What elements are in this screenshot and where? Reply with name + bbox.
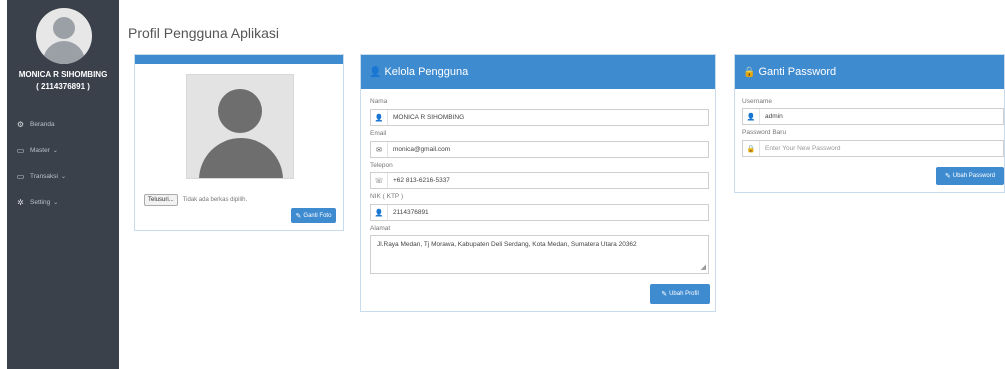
change-password-title: Ganti Password: [758, 66, 837, 78]
file-status: Tidak ada berkas dipilih.: [182, 197, 248, 203]
sidebar-item-setting[interactable]: ✲ Setting ⌄: [7, 189, 119, 215]
sidebar-item-master[interactable]: ▭ Master ⌄: [7, 137, 119, 163]
email-label: Email: [370, 130, 387, 137]
username-label: Username: [742, 98, 772, 105]
pencil-icon: ✎: [661, 291, 668, 298]
lock-icon: 🔒: [743, 141, 760, 156]
change-photo-button[interactable]: ✎ Ganti Foto: [291, 208, 336, 223]
sidebar-item-label: Transaksi: [30, 172, 58, 180]
sidebar-item-beranda[interactable]: ⚙ Beranda: [7, 111, 119, 137]
change-password-label: Ubah Password: [952, 173, 996, 179]
file-input[interactable]: Telusuri... Tidak ada berkas dipilih.: [144, 194, 247, 206]
user-avatar: [36, 8, 92, 64]
nik-label: NIK ( KTP ): [370, 193, 404, 200]
browse-button[interactable]: Telusuri...: [144, 194, 178, 206]
user-icon: 👤: [743, 109, 760, 124]
lock-icon: 🔒: [743, 66, 756, 78]
sidebar: MONICA R SIHOMBING ( 2114376891 ) ⚙ Bera…: [7, 0, 119, 369]
dashboard-icon: ⚙: [16, 119, 25, 129]
nik-field[interactable]: 👤 2114376891: [370, 204, 709, 221]
sidebar-item-transaksi[interactable]: ▭ Transaksi ⌄: [7, 163, 119, 189]
photo-panel-header: [135, 55, 343, 64]
sidebar-user-name: MONICA R SIHOMBING: [18, 70, 108, 79]
change-password-button[interactable]: ✎ Ubah Password: [936, 167, 1004, 185]
telepon-value: +62 813-6216-5337: [393, 177, 450, 184]
manage-user-title: Kelola Pengguna: [384, 66, 469, 78]
sidebar-item-label: Setting: [30, 198, 51, 206]
telepon-label: Telepon: [370, 162, 393, 169]
sidebar-item-label: Beranda: [30, 120, 55, 128]
nama-label: Nama: [370, 98, 388, 105]
new-password-field[interactable]: 🔒 Enter Your New Password: [742, 140, 1004, 157]
email-value: monica@gmail.com: [393, 146, 451, 153]
manage-user-header: 👤 Kelola Pengguna: [361, 55, 715, 89]
update-profile-label: Ubah Profil: [669, 291, 699, 297]
telepon-field[interactable]: ☏ +62 813-6216-5337: [370, 172, 709, 189]
new-password-placeholder: Enter Your New Password: [765, 145, 841, 152]
new-password-label: Password Baru: [742, 129, 787, 136]
manage-user-panel: 👤 Kelola Pengguna Nama 👤 MONICA R SIHOMB…: [360, 54, 716, 312]
username-value: admin: [765, 113, 783, 120]
sidebar-nav: ⚙ Beranda ▭ Master ⌄ ▭ Transaksi ⌄ ✲ Set…: [7, 111, 119, 215]
user-icon: 👤: [371, 110, 388, 125]
monitor-icon: ▭: [16, 171, 25, 181]
alamat-value: Jl.Raya Medan, Tj Morawa, Kabupaten Deli…: [377, 241, 637, 248]
page-title: Profil Pengguna Aplikasi: [128, 25, 279, 41]
user-icon: 👤: [369, 66, 382, 78]
phone-icon: ☏: [371, 173, 388, 188]
chevron-down-icon: ⌄: [60, 173, 66, 180]
pencil-icon: ✎: [295, 212, 302, 220]
chevron-down-icon: ⌄: [52, 147, 58, 154]
monitor-icon: ▭: [16, 145, 25, 155]
gear-icon: ✲: [17, 197, 24, 207]
chevron-down-icon: ⌄: [53, 199, 59, 206]
envelope-icon: ✉: [371, 142, 388, 157]
alamat-textarea[interactable]: Jl.Raya Medan, Tj Morawa, Kabupaten Deli…: [370, 235, 709, 274]
nama-field[interactable]: 👤 MONICA R SIHOMBING: [370, 109, 709, 126]
resize-handle-icon[interactable]: ◢: [701, 263, 706, 271]
change-password-header: 🔒 Ganti Password: [735, 55, 1004, 89]
nama-value: MONICA R SIHOMBING: [393, 114, 465, 121]
user-icon: 👤: [371, 205, 388, 220]
change-photo-label: Ganti Foto: [303, 212, 332, 219]
sidebar-item-label: Master: [30, 146, 50, 154]
change-password-panel: 🔒 Ganti Password Username 👤 admin Passwo…: [734, 54, 1005, 193]
sidebar-user-nik: ( 2114376891 ): [36, 82, 90, 91]
nik-value: 2114376891: [393, 209, 429, 216]
pencil-icon: ✎: [944, 173, 951, 180]
email-field[interactable]: ✉ monica@gmail.com: [370, 141, 709, 158]
update-profile-button[interactable]: ✎ Ubah Profil: [650, 284, 710, 304]
photo-panel: Telusuri... Tidak ada berkas dipilih. ✎ …: [134, 54, 344, 231]
profile-photo: [186, 74, 294, 179]
alamat-label: Alamat: [370, 225, 391, 232]
username-field[interactable]: 👤 admin: [742, 108, 1004, 125]
